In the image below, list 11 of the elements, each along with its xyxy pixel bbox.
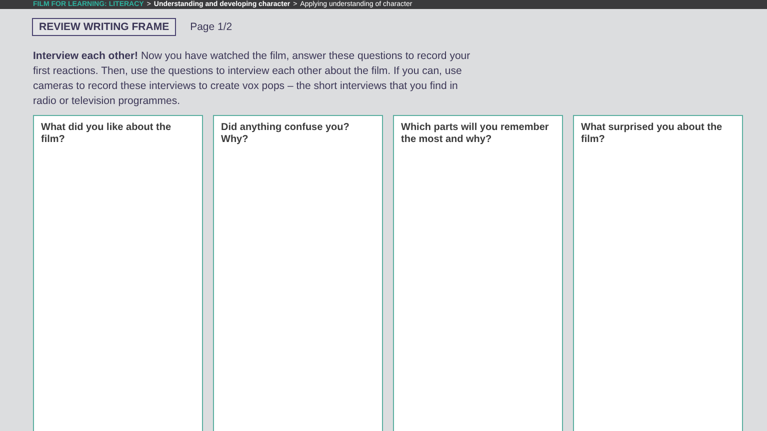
answer-box[interactable]: What did you like about the film? — [33, 115, 203, 431]
frame-title: REVIEW WRITING FRAME — [32, 18, 176, 36]
answer-box[interactable]: Which parts will you remember the most and why? — [393, 115, 563, 431]
question-text: What surprised you about the film? — [581, 122, 724, 146]
answer-box[interactable]: Did anything confuse you? Why? — [213, 115, 383, 431]
answer-box[interactable]: What surprised you about the film? — [573, 115, 743, 431]
question-text: Did anything confuse you? Why? — [221, 122, 350, 146]
question-text: What did you like about the film? — [41, 122, 172, 146]
intro-paragraph: Interview each other! Now you have watched the film, answer these questions to record your first reactions. Then, use the questions to interview each other about the film. If you can, use cameras to record these interviews to create vox pops – the short interviews that you find in radio or television programmes. — [33, 49, 472, 109]
question-text: Which parts will you remember the most and why? — [401, 122, 550, 146]
page-number: Page 1/2 — [190, 21, 232, 33]
